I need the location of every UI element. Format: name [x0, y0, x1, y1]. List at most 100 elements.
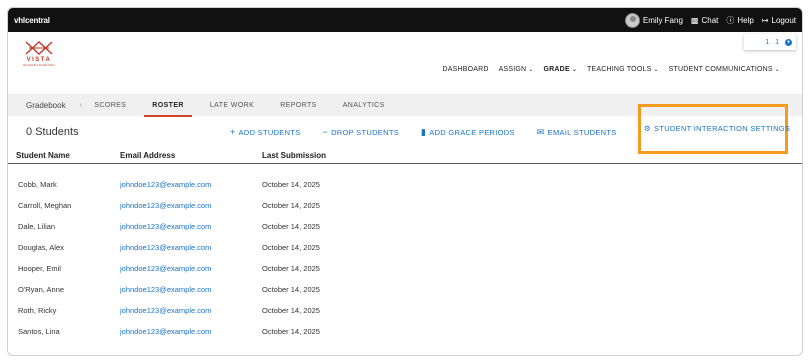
student-name: Santos, Lina	[18, 327, 60, 336]
user-menu: Emily Fang ▩ Chat ⓘ Help ↦ Logout	[624, 12, 796, 28]
help-link[interactable]: ⓘ Help	[726, 15, 753, 26]
avatar	[624, 12, 640, 28]
nav-label: DASHBOARD	[442, 66, 489, 73]
email-link[interactable]: johndoe123@example.com	[120, 201, 262, 210]
chevron-down-icon: ⌄	[774, 67, 780, 73]
nav-student-communications[interactable]: STUDENT COMMUNICATIONS ⌄	[669, 66, 780, 73]
nav-teaching-tools[interactable]: TEACHING TOOLS ⌄	[587, 66, 659, 73]
brand-logo[interactable]: vhlcentral	[14, 16, 50, 25]
table-row: Hooper, Emil johndoe123@example.com Octobe…	[8, 258, 802, 279]
table-row: O'Ryan, Anne johndoe123@example.com Octobe…	[8, 279, 802, 300]
nav-label: STUDENT COMMUNICATIONS	[668, 66, 773, 73]
tab-scores[interactable]: SCORES	[94, 102, 126, 109]
student-name: Cobb, Mark	[18, 180, 57, 189]
help-icon: ⓘ	[726, 15, 735, 25]
drop-students-button[interactable]: − DROP STUDENTS	[323, 127, 400, 137]
header-email[interactable]: Email Address	[120, 151, 262, 160]
tab-roster[interactable]: ROSTER	[144, 102, 192, 117]
student-count: 0 Students	[26, 126, 79, 138]
chat-link[interactable]: ▩ Chat	[691, 16, 718, 25]
email-link[interactable]: johndoe123@example.com	[120, 327, 262, 336]
student-name: Douglas, Alex	[18, 243, 64, 252]
nav-grade[interactable]: GRADE ⌄	[544, 66, 578, 73]
plus-icon: +	[230, 127, 236, 137]
bell-icon: ●	[785, 38, 792, 46]
chevron-down-icon: ⌄	[528, 67, 534, 73]
minus-icon: −	[322, 127, 329, 137]
notif-count-a: 1	[765, 38, 770, 46]
table-row: Roth, Ricky johndoe123@example.com October…	[8, 300, 802, 321]
student-name: Dale, Lilian	[18, 222, 56, 231]
add-students-button[interactable]: + ADD STUDENTS	[230, 127, 301, 137]
logout-link[interactable]: ↦ Logout	[762, 16, 796, 25]
logout-label: Logout	[771, 15, 796, 25]
student-name: Hooper, Emil	[18, 264, 61, 273]
email-link[interactable]: johndoe123@example.com	[120, 285, 262, 294]
email-link[interactable]: johndoe123@example.com	[120, 264, 262, 273]
user-profile[interactable]: Emily Fang	[624, 12, 683, 28]
roster-actions: 0 Students + ADD STUDENTS − DROP STUDENT…	[8, 104, 802, 154]
tab-analytics[interactable]: ANALYTICS	[343, 102, 385, 109]
tab-gradebook[interactable]: Gradebook	[26, 101, 66, 110]
chevron-down-icon: ⌄	[653, 67, 659, 73]
table-row: Carroll, Meghan johndoe123@example.com Oct…	[8, 195, 802, 216]
header-student-name[interactable]: Student Name	[16, 151, 120, 160]
table-header: Student Name Email Address Last Submissi…	[8, 148, 802, 164]
table-row: Santos, Lina johndoe123@example.com Octobe…	[8, 321, 802, 342]
email-link[interactable]: johndoe123@example.com	[120, 306, 262, 315]
vista-logo[interactable]: VISTA HIGHER LEARNING	[22, 40, 56, 67]
chevron-down-icon: ⌄	[571, 67, 578, 73]
document-icon: ▮	[421, 126, 427, 137]
last-submission: October 14, 2025	[262, 180, 320, 189]
student-interaction-settings-button[interactable]: ⚙ STUDENT INTERACTION SETTINGS	[644, 124, 790, 133]
last-submission: October 14, 2025	[262, 285, 320, 294]
add-students-label: ADD STUDENTS	[238, 127, 301, 137]
notif-count-b: 1	[775, 38, 779, 46]
table-body: Cobb, Mark johndoe123@example.com October …	[8, 164, 802, 342]
email-students-label: EMAIL STUDENTS	[547, 127, 617, 137]
add-grace-periods-button[interactable]: ▮ ADD GRACE PERIODS	[421, 127, 515, 138]
nav-label: ASSIGN	[498, 66, 527, 73]
email-link[interactable]: johndoe123@example.com	[120, 243, 262, 252]
last-submission: October 14, 2025	[262, 327, 320, 336]
last-submission: October 14, 2025	[262, 306, 320, 315]
nav-label: GRADE	[543, 66, 570, 73]
last-submission: October 14, 2025	[262, 201, 320, 210]
header-last-submission[interactable]: Last Submission	[262, 151, 382, 160]
notifications[interactable]: 1 1 ●	[744, 34, 796, 50]
nav-dashboard[interactable]: DASHBOARD	[442, 66, 488, 73]
breadcrumb-separator-icon: ›	[79, 101, 83, 109]
grace-periods-label: ADD GRACE PERIODS	[429, 127, 515, 137]
table-row: Cobb, Mark johndoe123@example.com October …	[8, 174, 802, 195]
top-bar: vhlcentral Emily Fang ▩ Chat ⓘ Help ↦ Lo…	[8, 8, 802, 32]
tab-reports[interactable]: REPORTS	[280, 102, 317, 109]
roster-table: Student Name Email Address Last Submissi…	[8, 148, 802, 342]
logo-sub: HIGHER LEARNING	[22, 63, 56, 67]
last-submission: October 14, 2025	[262, 222, 320, 231]
student-name: Carroll, Meghan	[18, 201, 72, 210]
student-name: Roth, Ricky	[18, 306, 57, 315]
chat-label: Chat	[701, 15, 719, 25]
user-name: Emily Fang	[642, 15, 683, 25]
email-link[interactable]: johndoe123@example.com	[120, 222, 262, 231]
nav-assign[interactable]: ASSIGN ⌄	[499, 66, 534, 73]
logout-icon: ↦	[761, 15, 769, 25]
chat-icon: ▩	[690, 15, 699, 25]
email-link[interactable]: johndoe123@example.com	[120, 180, 262, 189]
email-students-button[interactable]: ✉ EMAIL STUDENTS	[537, 127, 617, 138]
tab-late-work[interactable]: LATE WORK	[210, 102, 254, 109]
drop-students-label: DROP STUDENTS	[331, 127, 399, 137]
app-frame: vhlcentral Emily Fang ▩ Chat ⓘ Help ↦ Lo…	[7, 7, 803, 356]
envelope-icon: ✉	[536, 126, 545, 137]
gear-icon: ⚙	[644, 124, 652, 133]
vista-mark-icon	[25, 41, 53, 55]
main-nav: DASHBOARD ASSIGN ⌄ GRADE ⌄ TEACHING TOOLS ⌄…	[442, 66, 780, 73]
table-row: Douglas, Alex johndoe123@example.com Octob…	[8, 237, 802, 258]
header: VISTA HIGHER LEARNING 1 1 ● DASHBOARD AS…	[8, 32, 802, 94]
table-row: Dale, Lilian johndoe123@example.com Octobe…	[8, 216, 802, 237]
nav-label: TEACHING TOOLS	[587, 66, 652, 73]
settings-label: STUDENT INTERACTION SETTINGS	[654, 124, 791, 133]
help-label: Help	[737, 15, 754, 25]
last-submission: October 14, 2025	[262, 243, 320, 252]
last-submission: October 14, 2025	[262, 264, 320, 273]
